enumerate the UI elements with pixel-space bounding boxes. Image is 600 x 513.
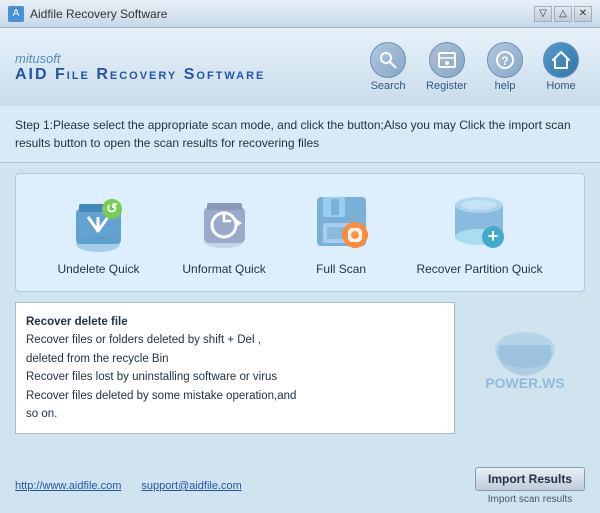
close-button[interactable]: ✕ — [574, 6, 592, 22]
help-icon: ? — [487, 42, 523, 78]
watermark-logo: POWER.WS — [470, 330, 580, 407]
website-link[interactable]: http://www.aidfile.com — [15, 480, 121, 492]
undelete-quick-option[interactable]: ↺ Undelete Quick — [57, 189, 139, 276]
bottom-links: http://www.aidfile.com support@aidfile.c… — [15, 480, 242, 492]
undelete-quick-label: Undelete Quick — [57, 262, 139, 276]
bottom-bar: http://www.aidfile.com support@aidfile.c… — [0, 459, 600, 513]
step-instructions: Step 1:Please select the appropriate sca… — [0, 106, 600, 163]
brand-name: mitusoft — [15, 51, 265, 66]
desc-line-6: so on. — [26, 405, 444, 423]
full-scan-label: Full Scan — [316, 262, 366, 276]
register-icon — [429, 42, 465, 78]
unformat-quick-label: Unformat Quick — [182, 262, 265, 276]
register-button[interactable]: Register — [420, 38, 473, 96]
help-label: help — [495, 80, 516, 92]
search-button[interactable]: Search — [364, 38, 412, 96]
logo-area: mitusoft AID File Recovery Software — [15, 51, 265, 84]
home-label: Home — [546, 80, 575, 92]
desc-line-4: Recover files lost by uninstalling softw… — [26, 368, 444, 386]
register-label: Register — [426, 80, 467, 92]
search-label: Search — [371, 80, 406, 92]
full-scan-icon — [309, 189, 374, 254]
header-section: mitusoft AID File Recovery Software Sear… — [0, 28, 600, 106]
window-controls[interactable]: ▽ △ ✕ — [534, 6, 592, 22]
maximize-button[interactable]: △ — [554, 6, 572, 22]
description-area: Recover delete file Recover files or fol… — [15, 302, 585, 434]
desc-line-5: Recover files deleted by some mistake op… — [26, 387, 444, 405]
home-button[interactable]: Home — [537, 38, 585, 96]
title-bar: A Aidfile Recovery Software ▽ △ ✕ — [0, 0, 600, 28]
import-results-button[interactable]: Import Results — [475, 467, 585, 491]
svg-text:POWER.WS: POWER.WS — [485, 375, 564, 391]
unformat-quick-option[interactable]: Unformat Quick — [182, 189, 265, 276]
title-bar-left: A Aidfile Recovery Software — [8, 6, 167, 22]
unformat-quick-icon — [192, 189, 257, 254]
svg-text:+: + — [488, 226, 499, 246]
toolbar: Search Register ? help Home — [364, 38, 585, 96]
full-scan-option[interactable]: Full Scan — [309, 189, 374, 276]
email-link[interactable]: support@aidfile.com — [141, 480, 241, 492]
recover-partition-option[interactable]: + Recover Partition Quick — [416, 189, 542, 276]
help-button[interactable]: ? help — [481, 38, 529, 96]
desc-line-2: Recover files or folders deleted by shif… — [26, 331, 444, 349]
scan-options-area: ↺ Undelete Quick Unformat Quick — [15, 173, 585, 292]
desc-line-1: Recover delete file — [26, 313, 444, 331]
import-sublabel: Import scan results — [488, 494, 572, 505]
svg-text:?: ? — [501, 54, 508, 68]
recover-partition-label: Recover Partition Quick — [416, 262, 542, 276]
description-text-box: Recover delete file Recover files or fol… — [15, 302, 455, 434]
search-icon — [370, 42, 406, 78]
watermark-area: POWER.WS — [465, 302, 585, 434]
desc-line-3: deleted from the recycle Bin — [26, 350, 444, 368]
import-results-area: Import Results Import scan results — [475, 467, 585, 505]
recover-partition-icon: + — [447, 189, 512, 254]
minimize-button[interactable]: ▽ — [534, 6, 552, 22]
product-name: AID File Recovery Software — [15, 66, 265, 84]
app-icon: A — [8, 6, 24, 22]
step-text-content: Step 1:Please select the appropriate sca… — [15, 118, 571, 150]
main-container: mitusoft AID File Recovery Software Sear… — [0, 28, 600, 513]
svg-text:↺: ↺ — [106, 200, 118, 216]
undelete-quick-icon: ↺ — [66, 189, 131, 254]
window-title: Aidfile Recovery Software — [30, 7, 167, 21]
home-icon — [543, 42, 579, 78]
